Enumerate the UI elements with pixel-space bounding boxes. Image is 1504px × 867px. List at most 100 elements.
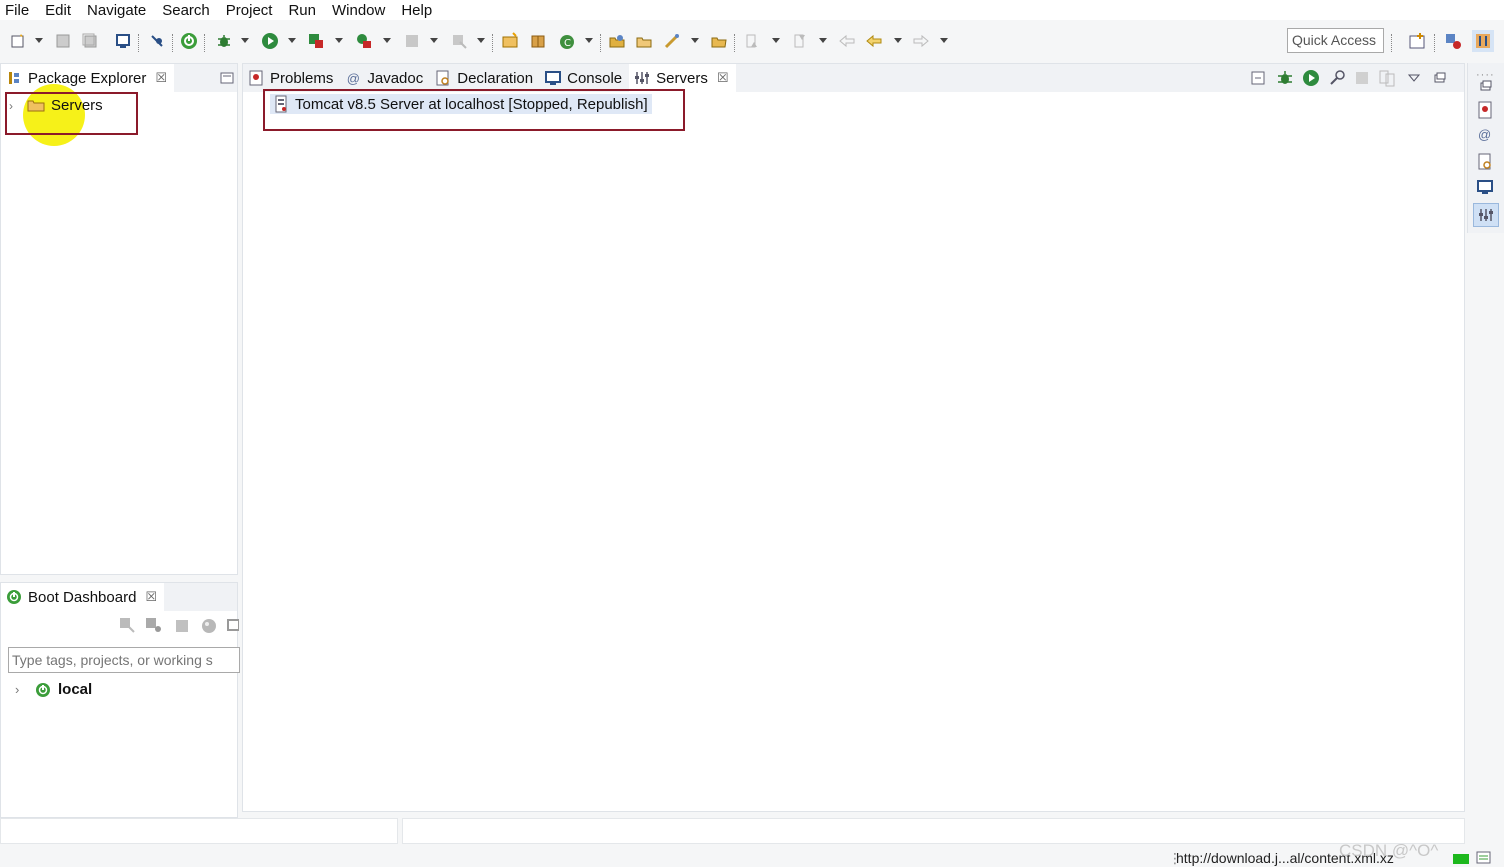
new-dropdown-icon[interactable] [35, 38, 43, 43]
debug-start-icon[interactable] [145, 617, 163, 637]
last-edit-location-icon[interactable] [837, 31, 857, 51]
collapse-all-icon[interactable] [1250, 70, 1266, 86]
menu-navigate[interactable]: Navigate [87, 2, 146, 19]
spring-boot-icon [35, 682, 51, 698]
stop-server-icon[interactable] [1354, 70, 1370, 86]
skip-breakpoints-icon[interactable] [147, 31, 167, 51]
open-console-icon[interactable] [113, 31, 133, 51]
open-type-icon[interactable] [607, 31, 627, 51]
next-annotation-icon[interactable] [742, 31, 762, 51]
servers-icon [634, 70, 650, 86]
tab-package-explorer[interactable]: Package Explorer ☒ [1, 64, 175, 92]
view-menu-icon[interactable] [1408, 73, 1420, 83]
tab-console[interactable]: Console [540, 64, 629, 92]
coverage-icon[interactable] [306, 31, 326, 51]
declaration-icon[interactable] [1477, 153, 1493, 175]
restore-icon[interactable] [1480, 79, 1492, 96]
tab-javadoc[interactable]: @ Javadoc [340, 64, 430, 92]
close-icon[interactable]: ☒ [717, 70, 729, 86]
minimize-view-icon[interactable] [219, 70, 235, 86]
debug-dropdown-icon[interactable] [241, 38, 249, 43]
progress-view-icon[interactable] [1476, 851, 1492, 867]
open-browser-icon[interactable] [201, 618, 217, 638]
previous-annotation-icon[interactable] [790, 31, 810, 51]
save-all-icon[interactable] [80, 31, 100, 51]
spring-boot-icon[interactable] [179, 31, 199, 51]
quick-access-input[interactable]: Quick Access [1287, 28, 1384, 53]
perspective-spring-icon[interactable] [1443, 31, 1463, 51]
javadoc-icon[interactable]: @ [1478, 127, 1491, 142]
forward-dropdown-icon[interactable] [940, 38, 948, 43]
servers-icon[interactable] [1473, 203, 1499, 227]
menu-edit[interactable]: Edit [45, 2, 71, 19]
debug-icon[interactable] [214, 31, 234, 51]
servers-list [243, 92, 1464, 811]
deploy-dropdown-icon[interactable] [477, 38, 485, 43]
save-icon[interactable] [53, 31, 73, 51]
stop-dropdown-icon[interactable] [430, 38, 438, 43]
problems-icon[interactable] [1477, 101, 1493, 123]
annotation-highlight-tomcat-server [263, 89, 685, 131]
tree-item-local[interactable]: › local [15, 681, 92, 698]
perspective-java-icon[interactable] [1472, 30, 1494, 52]
menu-file[interactable]: File [5, 2, 29, 19]
tab-declaration[interactable]: Declaration [430, 64, 540, 92]
open-console-icon[interactable] [227, 618, 240, 638]
menu-search[interactable]: Search [162, 2, 210, 19]
declaration-icon [435, 70, 451, 86]
new-wizard-icon[interactable] [8, 31, 28, 51]
javadoc-icon: @ [346, 70, 360, 86]
package-explorer-tree: › Servers [1, 84, 237, 574]
annotation-highlight-servers-folder [5, 92, 138, 135]
close-icon[interactable]: ☒ [145, 589, 157, 605]
previous-annotation-dropdown-icon[interactable] [819, 38, 827, 43]
menu-run[interactable]: Run [288, 2, 316, 19]
start-icon[interactable] [119, 617, 135, 637]
debug-server-icon[interactable] [1276, 69, 1294, 87]
new-class-icon[interactable]: C [557, 31, 577, 51]
profile-server-icon[interactable] [1328, 69, 1346, 87]
minimize-icon[interactable] [1434, 72, 1446, 84]
next-annotation-dropdown-icon[interactable] [772, 38, 780, 43]
tab-boot-dashboard[interactable]: Boot Dashboard ☒ [1, 583, 165, 611]
chevron-right-icon[interactable]: › [15, 682, 27, 697]
menu-project[interactable]: Project [226, 2, 273, 19]
search-icon[interactable] [662, 31, 682, 51]
external-tools-icon[interactable] [354, 31, 374, 51]
view-tabbar: Problems @ Javadoc Declaration Console S… [243, 64, 1464, 92]
coverage-dropdown-icon[interactable] [335, 38, 343, 43]
open-perspective-icon[interactable] [1407, 31, 1427, 51]
publish-icon[interactable] [1378, 69, 1396, 87]
package-explorer-icon [6, 70, 22, 86]
open-task-icon[interactable] [634, 31, 654, 51]
run-dropdown-icon[interactable] [288, 38, 296, 43]
tab-servers[interactable]: Servers ☒ [629, 64, 736, 92]
external-tools-dropdown-icon[interactable] [383, 38, 391, 43]
stop-icon[interactable] [402, 31, 422, 51]
close-icon[interactable]: ☒ [155, 70, 167, 86]
servers-view-panel: Problems @ Javadoc Declaration Console S… [242, 63, 1465, 812]
search-dropdown-icon[interactable] [691, 38, 699, 43]
package-explorer-tabbar: Package Explorer ☒ [1, 64, 237, 92]
run-icon[interactable] [260, 31, 280, 51]
start-server-icon[interactable] [1302, 69, 1320, 87]
open-folder-icon[interactable] [709, 31, 729, 51]
right-trim-stack: ···· @ [1467, 63, 1504, 233]
menu-help[interactable]: Help [401, 2, 432, 19]
watermark: CSDN @^O^ [1339, 841, 1439, 860]
forward-icon[interactable] [911, 31, 931, 51]
back-dropdown-icon[interactable] [894, 38, 902, 43]
stop-icon[interactable] [175, 619, 189, 637]
console-icon [545, 70, 562, 86]
boot-dashboard-body: › local [1, 611, 240, 817]
bottom-right-strip [402, 818, 1465, 844]
console-icon[interactable] [1477, 179, 1493, 199]
tab-problems[interactable]: Problems [243, 64, 340, 92]
new-java-project-icon[interactable] [500, 31, 520, 51]
menu-window[interactable]: Window [332, 2, 385, 19]
new-class-dropdown-icon[interactable] [585, 38, 593, 43]
deploy-icon[interactable] [449, 31, 469, 51]
boot-dashboard-filter-input[interactable] [8, 647, 240, 673]
back-icon[interactable] [864, 31, 884, 51]
new-package-icon[interactable] [528, 31, 548, 51]
